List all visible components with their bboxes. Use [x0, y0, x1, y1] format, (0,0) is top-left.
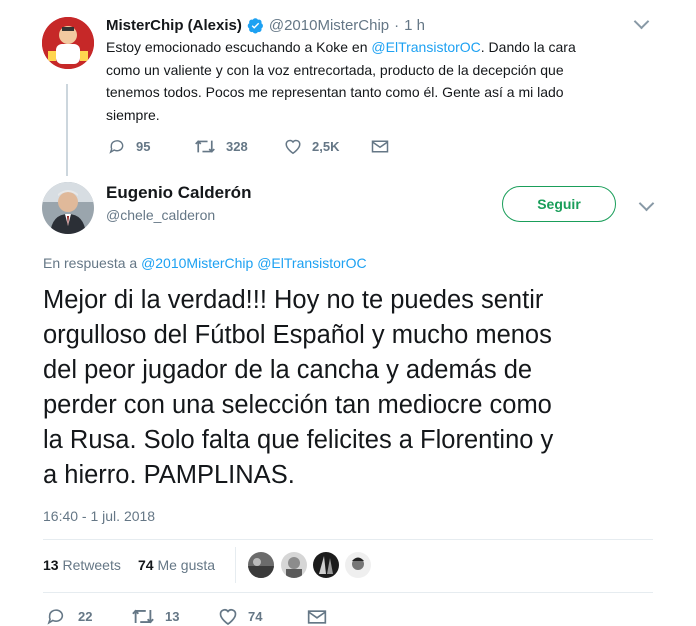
divider — [43, 592, 653, 593]
retweet-button[interactable]: 328 — [194, 138, 248, 155]
reply-count: 22 — [78, 609, 93, 624]
text-line: como un valiente y con la voz entrecorta… — [106, 61, 564, 78]
retweet-stats[interactable]: 13 Retweets — [43, 557, 121, 573]
text-line: a hierro. PAMPLINAS. — [43, 461, 295, 489]
tweet-timestamp[interactable]: 16:40 - 1 jul. 2018 — [43, 508, 155, 524]
handle[interactable]: @chele_calderon — [106, 207, 215, 223]
liker-avatar[interactable] — [281, 552, 307, 578]
like-button[interactable]: 2,5K — [284, 138, 339, 155]
liker-avatar[interactable] — [248, 552, 274, 578]
chevron-down-icon[interactable] — [638, 195, 655, 212]
text-line: siempre. — [106, 106, 160, 123]
avatar-image — [42, 17, 94, 69]
direct-message-button[interactable] — [371, 139, 389, 154]
tweet-time[interactable]: 1 h — [404, 17, 425, 34]
reply-button[interactable]: 95 — [108, 138, 150, 155]
reply-icon — [47, 609, 64, 625]
envelope-icon — [307, 610, 327, 624]
text-segment: . Dando la cara — [480, 39, 576, 55]
direct-message-button[interactable] — [307, 609, 327, 625]
thread-connector — [66, 84, 68, 176]
reply-to-mentions[interactable]: @2010MisterChip @ElTransistorOC — [141, 255, 367, 271]
like-button[interactable]: 74 — [218, 607, 262, 626]
heart-icon — [285, 139, 301, 155]
text-line: del peor jugador de la cancha y además d… — [43, 356, 533, 384]
retweet-icon — [195, 140, 215, 153]
text-line: la Rusa. Solo falta que felicites a Flor… — [43, 426, 554, 454]
handle[interactable]: @2010MisterChip — [269, 17, 389, 34]
avatar[interactable] — [42, 17, 94, 69]
retweet-stat-count: 13 — [43, 557, 59, 573]
envelope-icon — [371, 140, 389, 153]
quoted-tweet-text: Estoy emocionado escuchando a Koke en @E… — [106, 36, 666, 126]
retweet-stat-label: Retweets — [62, 557, 121, 573]
reply-context: En respuesta a @2010MisterChip @ElTransi… — [43, 255, 367, 271]
reply-prefix: En respuesta a — [43, 255, 142, 271]
retweet-icon — [132, 609, 154, 624]
text-line: Mejor di la verdad!!! Hoy no te puedes s… — [43, 286, 544, 314]
avatar[interactable] — [42, 182, 94, 234]
retweet-count: 328 — [226, 139, 248, 154]
reply-icon — [109, 140, 124, 154]
tweet-text: Mejor di la verdad!!! Hoy no te puedes s… — [43, 283, 683, 493]
avatar-image — [42, 182, 94, 234]
like-stats[interactable]: 74 Me gusta — [138, 557, 215, 573]
text-line: tenemos todos. Pocos me representan tant… — [106, 84, 564, 100]
chevron-down-icon[interactable] — [633, 13, 650, 30]
heart-icon — [219, 609, 237, 626]
text-line: Estoy emocionado escuchando a Koke en @E… — [106, 36, 666, 59]
text-line: perder con una selección tan mediocre co… — [43, 391, 552, 419]
retweet-count: 13 — [165, 609, 180, 624]
like-count: 2,5K — [312, 139, 340, 154]
liker-avatar[interactable] — [345, 552, 371, 578]
reply-button[interactable]: 22 — [46, 607, 92, 626]
display-name[interactable]: Eugenio Calderón — [106, 183, 251, 203]
separator: · — [394, 16, 400, 34]
text-segment: Estoy emocionado escuchando a Koke en — [106, 39, 372, 55]
display-name[interactable]: MisterChip (Alexis) — [106, 17, 242, 34]
stats-separator — [235, 547, 236, 583]
text-line: orgulloso del Fútbol Español y mucho men… — [43, 321, 552, 349]
verified-badge-icon — [247, 17, 264, 34]
mention-link[interactable]: @ElTransistorOC — [371, 39, 480, 55]
quoted-tweet-header: MisterChip (Alexis) @2010MisterChip · 1 … — [106, 15, 425, 35]
retweet-button[interactable]: 13 — [131, 607, 179, 626]
divider — [43, 539, 653, 540]
like-count: 74 — [248, 609, 263, 624]
like-stat-label: Me gusta — [157, 557, 216, 573]
follow-button[interactable]: Seguir — [502, 186, 616, 222]
reply-count: 95 — [136, 139, 151, 154]
liker-avatar[interactable] — [313, 552, 339, 578]
like-stat-count: 74 — [138, 557, 154, 573]
